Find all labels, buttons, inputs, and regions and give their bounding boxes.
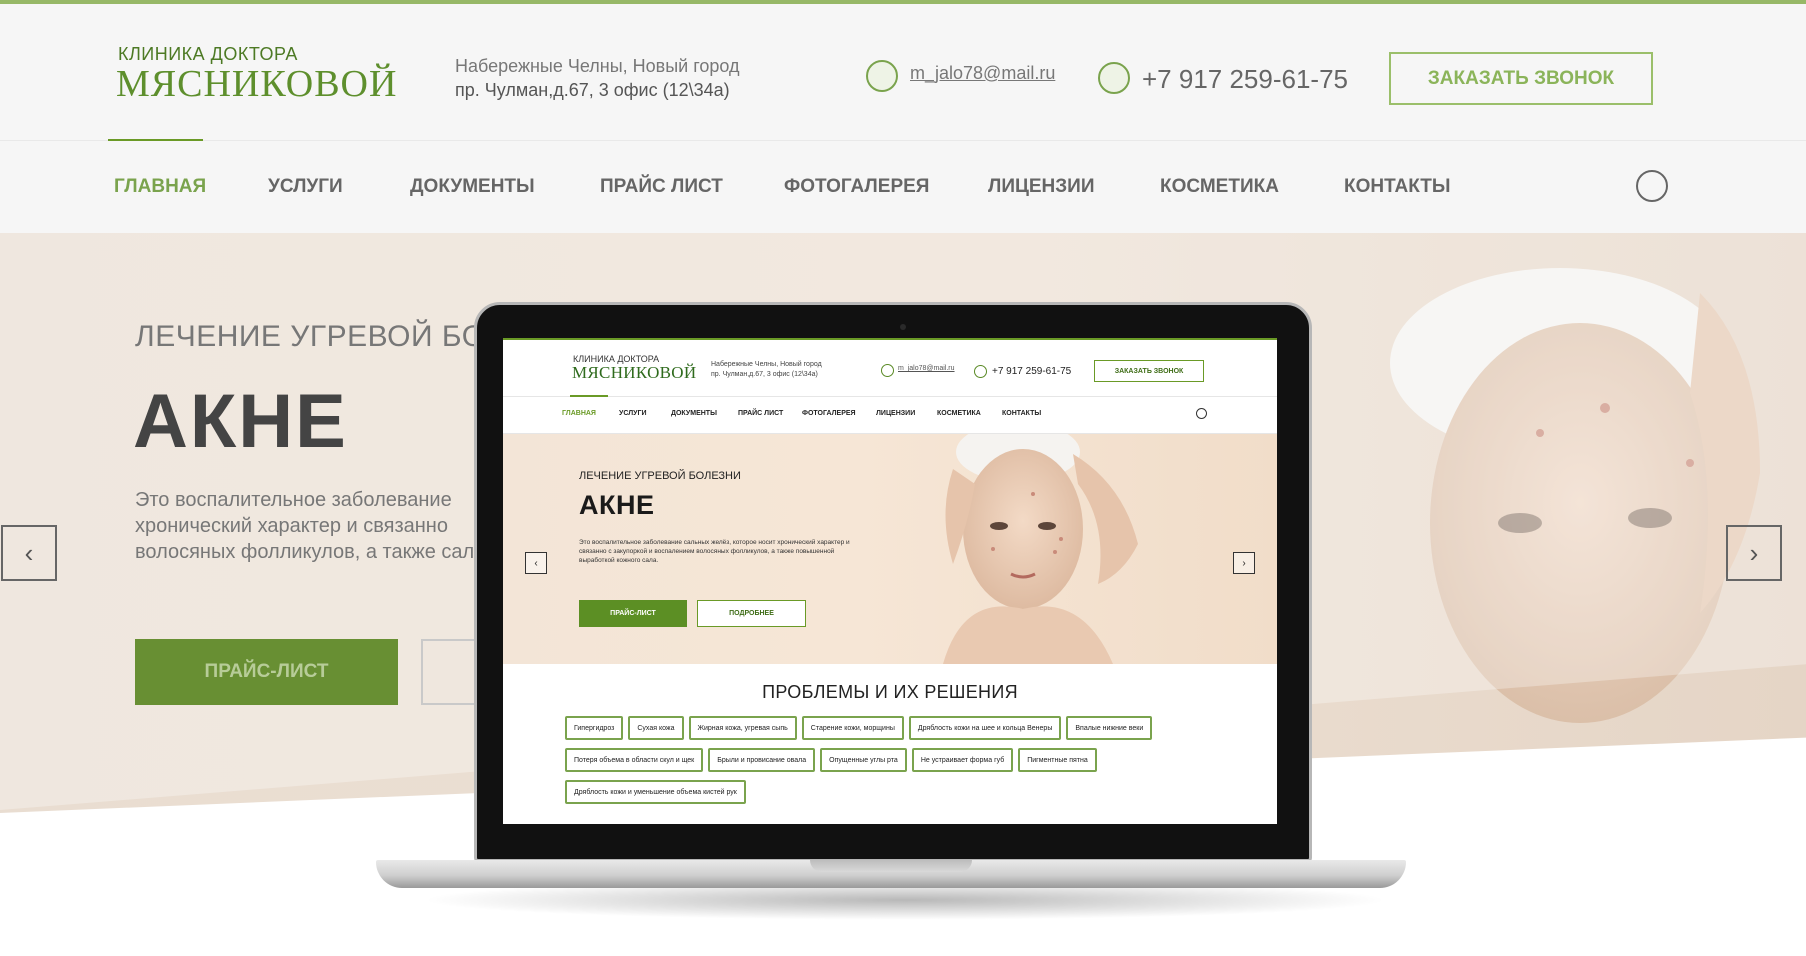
bg-nav-active-indicator [108,139,203,141]
phone-icon [974,365,987,378]
header-divider [503,396,1277,397]
problem-tag[interactable]: Не устраивает форма губ [911,748,1014,772]
bg-nav-services[interactable]: УСЛУГИ [268,176,343,198]
bg-arrow-left-icon[interactable]: ‹ [1,525,57,581]
bg-hero-description: Это воспалительное заболевание хроническ… [135,489,491,563]
problem-tag[interactable]: Брыли и провисание овала [708,748,816,772]
bg-nav-documents[interactable]: ДОКУМЕНТЫ [410,176,535,198]
address-line2: пр. Чулман,д.67, 3 офис (12\34а) [711,371,818,378]
problem-tag[interactable]: Опущенные углы рта [820,748,907,772]
hero-woman-photo [943,434,1138,664]
problem-tag[interactable]: Гипергидроз [565,716,624,740]
bg-logo-big: МЯСНИКОВОЙ [116,63,398,105]
more-button[interactable]: ПОДРОБНЕЕ [697,600,806,627]
problem-tag[interactable]: Старение кожи, морщины [801,716,904,740]
price-list-button[interactable]: ПРАЙС-ЛИСТ [579,600,687,627]
bg-price-button[interactable]: ПРАЙС-ЛИСТ [135,639,398,705]
problem-tag[interactable]: Потеря объема в области скул и щек [565,748,704,772]
camera-icon [900,324,906,330]
bg-nav-home[interactable]: ГЛАВНАЯ [114,176,206,198]
bg-nav-licenses[interactable]: ЛИЦЕНЗИИ [988,176,1094,198]
email-link[interactable]: m_jalo78@mail.ru [898,365,955,372]
problem-tag[interactable]: Впалые нижние веки [1066,716,1153,740]
nav-pricelist[interactable]: ПРАЙС ЛИСТ [738,410,783,417]
problem-tag[interactable]: Пигментные пятна [1018,748,1097,772]
laptop-screen: КЛИНИКА ДОКТОРА МЯСНИКОВОЙ Набережные Че… [503,338,1277,824]
phone-number[interactable]: +7 917 259-61-75 [992,366,1071,377]
problems-tag-list: Гипергидроз Сухая кожа Жирная кожа, угре… [565,716,1185,804]
bg-nav-gallery[interactable]: ФОТОГАЛЕРЕЯ [784,176,929,198]
bg-address-line1: Набережные Челны, Новый город [455,56,740,76]
laptop-notch [810,860,972,872]
search-icon[interactable] [1196,408,1207,419]
bg-nav-cosmetics[interactable]: КОСМЕТИКА [1160,176,1279,198]
problem-tag[interactable]: Дряблость кожи на шее и кольца Венеры [908,716,1062,740]
phone-icon [1098,62,1130,94]
problem-tag[interactable]: Сухая кожа [628,716,684,740]
mail-icon [881,364,894,377]
nav-contacts[interactable]: КОНТАКТЫ [1002,410,1041,417]
bg-address-line2: пр. Чулман,д.67, 3 офис (12\34а) [455,80,730,100]
bg-more-button[interactable] [421,639,481,705]
hero-banner: ЛЕЧЕНИЕ УГРЕВОЙ БОЛЕЗНИ АКНЕ Это воспали… [503,434,1277,664]
bg-nav-contacts[interactable]: КОНТАКТЫ [1344,176,1451,198]
mail-icon [866,60,898,92]
chevron-left-icon[interactable]: ‹ [525,552,547,574]
nav-gallery[interactable]: ФОТОГАЛЕРЕЯ [802,410,856,417]
problem-tag[interactable]: Жирная кожа, угревая сыпь [688,716,797,740]
nav-services[interactable]: УСЛУГИ [619,410,647,417]
bg-address: Набережные Челны, Новый город пр. Чулман… [455,54,740,102]
nav-active-indicator [570,395,608,397]
problem-tag[interactable]: Дряблость кожи и уменьшение объема кисте… [565,780,746,804]
hero-title: АКНЕ [579,490,655,520]
logo-big[interactable]: МЯСНИКОВОЙ [572,363,696,383]
address-line1: Набережные Челны, Новый город [711,361,822,368]
call-button[interactable]: ЗАКАЗАТЬ ЗВОНОК [1094,360,1204,382]
hero-description: Это воспалительное заболевание сальных ж… [579,539,850,564]
bg-nav-pricelist[interactable]: ПРАЙС ЛИСТ [600,176,723,198]
screen-top-accent [503,338,1277,340]
chevron-right-icon[interactable]: › [1233,552,1255,574]
search-icon[interactable] [1636,170,1668,202]
bg-phone[interactable]: +7 917 259-61-75 [1142,64,1348,95]
nav-documents[interactable]: ДОКУМЕНТЫ [671,410,717,417]
nav-cosmetics[interactable]: КОСМЕТИКА [937,410,981,417]
bg-email-link[interactable]: m_jalo78@mail.ru [910,63,1055,84]
bg-hero-title: АКНЕ [133,379,348,464]
problems-title: ПРОБЛЕМЫ И ИХ РЕШЕНИЯ [762,682,1018,702]
hero-subtitle: ЛЕЧЕНИЕ УГРЕВОЙ БОЛЕЗНИ [579,470,741,482]
nav-home[interactable]: ГЛАВНАЯ [562,410,596,417]
bg-hero-subtitle: ЛЕЧЕНИЕ УГРЕВОЙ БОЛ [135,320,506,353]
bg-arrow-right-icon[interactable]: › [1726,525,1782,581]
bg-call-button[interactable]: ЗАКАЗАТЬ ЗВОНОК [1389,52,1653,105]
nav-licenses[interactable]: ЛИЦЕНЗИИ [876,410,915,417]
address: Набережные Челны, Новый город пр. Чулман… [711,360,822,380]
